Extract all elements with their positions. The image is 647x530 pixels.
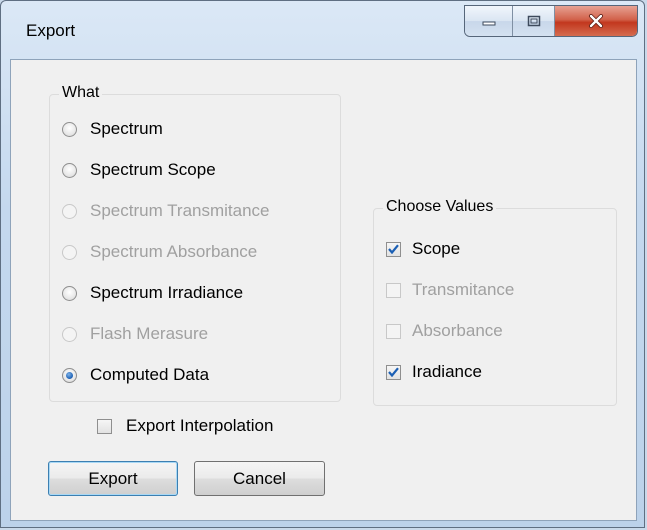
checkbox-label: Absorbance bbox=[412, 321, 503, 340]
export-button[interactable]: Export bbox=[48, 461, 178, 496]
export-dialog: Export What Spectrum Spectrum Scope Spec… bbox=[0, 0, 645, 528]
title-bar[interactable]: Export bbox=[1, 1, 644, 59]
radio-computed-data[interactable]: Computed Data bbox=[62, 365, 209, 385]
caption-buttons bbox=[464, 5, 638, 37]
radio-button-selected[interactable] bbox=[62, 367, 77, 383]
radio-spectrum-absorbance: Spectrum Absorbance bbox=[62, 242, 257, 262]
radio-button bbox=[62, 244, 77, 260]
checkbox-box[interactable] bbox=[97, 418, 112, 434]
choose-values-title: Choose Values bbox=[383, 198, 497, 216]
minimize-icon bbox=[482, 21, 495, 26]
radio-label: Flash Merasure bbox=[90, 324, 209, 343]
radio-label: Computed Data bbox=[90, 365, 210, 384]
checkbox-export-interpolation[interactable]: Export Interpolation bbox=[97, 416, 273, 436]
checkmark-icon bbox=[388, 244, 399, 254]
checkbox-scope[interactable]: Scope bbox=[386, 239, 460, 259]
radio-spectrum[interactable]: Spectrum bbox=[62, 119, 163, 139]
checkbox-iradiance[interactable]: Iradiance bbox=[386, 362, 482, 382]
radio-label: Spectrum Transmitance bbox=[90, 201, 270, 220]
radio-flash-merasure: Flash Merasure bbox=[62, 324, 208, 344]
radio-button[interactable] bbox=[62, 285, 77, 301]
radio-label: Spectrum bbox=[90, 119, 163, 138]
checkmark-icon bbox=[388, 367, 399, 377]
radio-spectrum-scope[interactable]: Spectrum Scope bbox=[62, 160, 216, 180]
checkbox-transmitance: Transmitance bbox=[386, 280, 514, 300]
radio-button[interactable] bbox=[62, 121, 77, 137]
checkbox-label: Iradiance bbox=[412, 362, 482, 381]
radio-button bbox=[62, 326, 77, 342]
radio-spectrum-irradiance[interactable]: Spectrum Irradiance bbox=[62, 283, 243, 303]
checkbox-label: Scope bbox=[412, 239, 461, 258]
window-title: Export bbox=[26, 21, 76, 40]
checkbox-label: Transmitance bbox=[412, 280, 515, 299]
radio-label: Spectrum Absorbance bbox=[90, 242, 258, 261]
checkbox-box[interactable] bbox=[386, 364, 401, 380]
checkbox-box[interactable] bbox=[386, 241, 401, 257]
cancel-button[interactable]: Cancel bbox=[194, 461, 325, 496]
checkbox-label: Export Interpolation bbox=[126, 416, 274, 435]
radio-label: Spectrum Irradiance bbox=[90, 283, 244, 302]
radio-spectrum-transmitance: Spectrum Transmitance bbox=[62, 201, 270, 221]
maximize-icon bbox=[527, 15, 540, 27]
minimize-button[interactable] bbox=[465, 6, 513, 36]
close-button[interactable] bbox=[555, 6, 637, 36]
maximize-button[interactable] bbox=[513, 6, 555, 36]
radio-button bbox=[62, 203, 77, 219]
checkbox-box bbox=[386, 323, 401, 339]
close-icon bbox=[589, 14, 603, 28]
checkbox-absorbance: Absorbance bbox=[386, 321, 503, 341]
radio-label: Spectrum Scope bbox=[90, 160, 216, 179]
radio-button[interactable] bbox=[62, 162, 77, 178]
dialog-body: What Spectrum Spectrum Scope Spectrum Tr… bbox=[10, 59, 637, 521]
what-group-title: What bbox=[59, 84, 103, 102]
checkbox-box bbox=[386, 282, 401, 298]
